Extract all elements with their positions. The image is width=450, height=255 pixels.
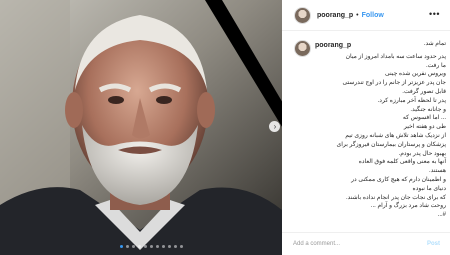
portrait-illustration: [0, 0, 282, 255]
carousel-dot: [126, 245, 129, 248]
carousel-indicator: [120, 245, 183, 248]
comment-input[interactable]: Add a comment...: [293, 241, 340, 247]
chevron-right-icon: ›: [273, 121, 277, 131]
caption-line: هستند.: [429, 168, 446, 175]
caption-line: و جانانه جنگید.: [410, 106, 446, 113]
carousel-dot: [156, 245, 159, 248]
caption-line: پدر حدود ساعت سه بامداد امروز از میان: [345, 53, 446, 60]
more-options-icon[interactable]: •••: [429, 9, 440, 19]
carousel-dot: [132, 245, 135, 248]
caption-line: تمام شد.: [423, 41, 446, 47]
next-photo-button[interactable]: ›: [269, 121, 280, 132]
caption-avatar[interactable]: [294, 40, 311, 57]
post-comment-button[interactable]: Post: [427, 241, 440, 247]
caption: poorang_p تمام شد. پدر حدود ساعت سه بامدا…: [282, 38, 450, 228]
caption-line: بهبود حال پدر بودم.: [398, 150, 446, 157]
caption-line: قابل تصور گرفت.: [402, 89, 446, 95]
separator-dot: •: [356, 11, 359, 19]
post-sidebar: poorang_p • Follow ••• poorang_p تمام شد…: [282, 0, 450, 255]
comment-bar: Add a comment... Post: [282, 232, 450, 255]
caption-line: ما رفت.: [425, 62, 446, 69]
avatar[interactable]: [294, 6, 311, 24]
caption-line: پدر تا لحظه آخر مبارزه کرد.: [377, 97, 446, 104]
caption-line: طی دو هفته اخیر: [403, 124, 446, 131]
carousel-dot: [144, 245, 147, 248]
follow-button[interactable]: Follow: [362, 12, 384, 19]
carousel-dot: [180, 245, 183, 248]
caption-line: جان پدر عزیزتر از جانم را در اوج تندرستی: [342, 80, 446, 87]
carousel-dot: [162, 245, 165, 248]
caption-line: دنیای ما نبوده: [412, 185, 446, 192]
carousel-dot: [120, 245, 123, 248]
username-link[interactable]: poorang_p: [317, 12, 353, 19]
carousel-dot: [168, 245, 171, 248]
caption-line: و اطمینان دارم که هیچ کاری ممکنی در: [351, 177, 446, 183]
caption-line: #...: [437, 212, 446, 219]
caption-line: آنها به معنی واقعی کلمه فوق العاده: [358, 159, 446, 166]
caption-line: که برای نجات جان پدر انجام نداده باشند.: [346, 194, 446, 201]
carousel-dot: [150, 245, 153, 248]
caption-line: پزشکان و پرستاران بیمارستان فیروزگر برای: [336, 141, 446, 148]
caption-line: ویروس نفرین شده چینی: [384, 71, 446, 78]
carousel-dot: [174, 245, 177, 248]
instagram-post-modal: › poorang_p • Follow ••• poorang_p تمام …: [0, 0, 450, 255]
post-header: poorang_p • Follow •••: [282, 0, 450, 31]
carousel-dot: [138, 245, 141, 248]
caption-username[interactable]: poorang_p: [315, 42, 351, 49]
caption-line: از نزدیک شاهد تلاش های شبانه روزی تیم: [345, 133, 446, 139]
post-photo[interactable]: ›: [0, 0, 282, 255]
caption-line: روحت شاد مرد بزرگ و آرام ...: [370, 203, 446, 210]
caption-line: ... اما افسوس که: [402, 115, 446, 122]
